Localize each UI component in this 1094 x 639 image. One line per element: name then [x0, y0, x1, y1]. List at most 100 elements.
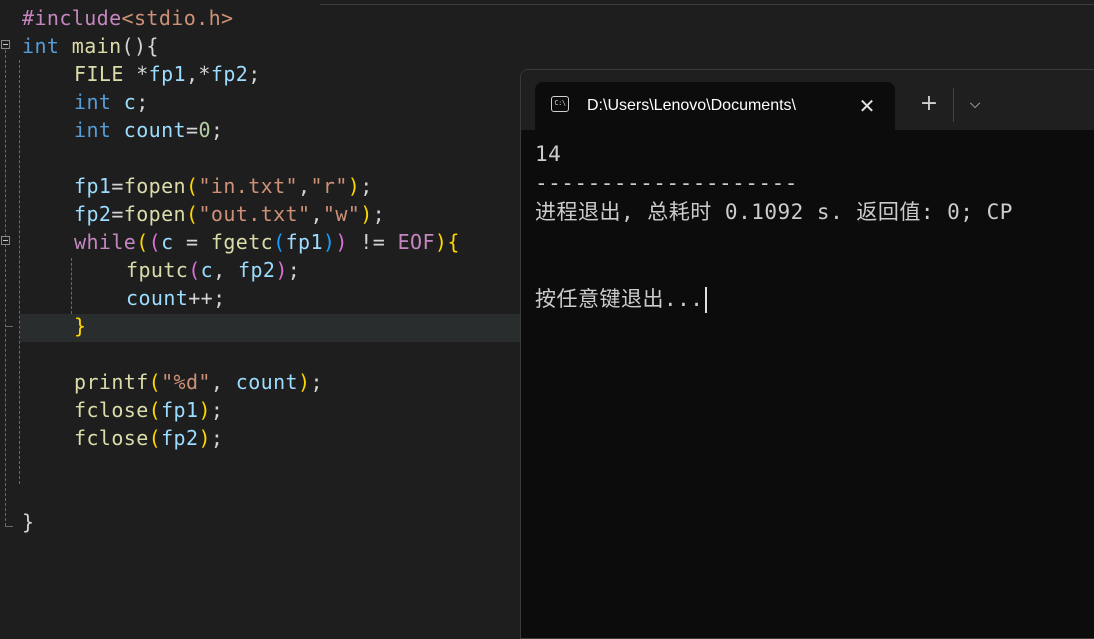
code-token: "in.txt"	[198, 174, 298, 198]
terminal-window[interactable]: C:\ D:\Users\Lenovo\Documents\ ✕ + ⌵ 14 …	[520, 69, 1094, 639]
code-token: fp2	[210, 62, 249, 86]
code-token: (	[186, 202, 199, 226]
code-token: EOF	[397, 230, 435, 254]
code-token: (	[148, 426, 162, 450]
close-icon[interactable]: ✕	[853, 92, 881, 120]
code-token: FILE	[74, 62, 124, 86]
code-token: ;	[210, 118, 224, 142]
code-token: (){	[121, 34, 159, 58]
code-token: fp1	[148, 62, 186, 86]
output-line: --------------------	[535, 171, 798, 195]
code-token: count	[235, 370, 298, 394]
chevron-down-icon[interactable]: ⌵	[959, 88, 991, 120]
fold-while-icon[interactable]	[1, 236, 10, 245]
output-line: 进程退出, 总耗时 0.1092 s. 返回值: 0; CP	[535, 200, 1013, 224]
code-token: fp1	[285, 230, 323, 254]
code-token: (	[148, 370, 162, 394]
code-token: fp1	[161, 398, 199, 422]
fold-guide-main	[5, 50, 6, 526]
code-token: ;	[360, 174, 373, 198]
code-line[interactable]: }	[22, 508, 34, 536]
code-line[interactable]: }	[22, 312, 86, 340]
code-line[interactable]: #include<stdio.h>	[22, 4, 234, 32]
code-token: int	[22, 34, 60, 58]
terminal-tab[interactable]: C:\ D:\Users\Lenovo\Documents\ ✕	[535, 82, 895, 130]
code-line[interactable]: count++;	[22, 284, 226, 312]
editor-divider	[320, 4, 1094, 5]
code-line[interactable]: while((c = fgetc(fp1)) != EOF){	[22, 228, 460, 256]
code-token: ++;	[188, 286, 226, 310]
code-token: ;	[136, 90, 149, 114]
code-line[interactable]: fp2=fopen("out.txt","w");	[22, 200, 385, 228]
code-token: ;	[372, 202, 386, 226]
tab-separator	[953, 88, 954, 122]
code-token: ,	[213, 258, 239, 282]
code-token: =	[111, 202, 124, 226]
code-token: (	[188, 258, 201, 282]
code-token: fgetc	[210, 230, 274, 254]
terminal-tab-bar: C:\ D:\Users\Lenovo\Documents\ ✕ + ⌵	[521, 70, 1094, 130]
console-icon: C:\	[551, 96, 569, 112]
code-token: fclose	[74, 426, 149, 450]
code-token: )	[360, 202, 373, 226]
code-token: ,*	[185, 62, 211, 86]
code-token: count	[126, 286, 189, 310]
code-line[interactable]: printf("%d", count);	[22, 368, 323, 396]
code-token: !=	[347, 230, 398, 254]
code-token: }	[22, 510, 35, 534]
code-token: main	[71, 34, 122, 58]
code-token: )	[198, 398, 211, 422]
code-token: fclose	[74, 398, 149, 422]
code-token: fputc	[126, 258, 189, 282]
code-token: count	[123, 118, 186, 142]
code-line[interactable]: fputc(c, fp2);	[22, 256, 300, 284]
code-token: ,	[297, 174, 311, 198]
output-line: 14	[535, 142, 562, 166]
code-token: *	[123, 62, 149, 86]
code-token: =	[111, 174, 124, 198]
code-line[interactable]: int main(){	[22, 32, 159, 60]
code-token: )	[198, 426, 211, 450]
code-token: (	[186, 174, 199, 198]
code-line[interactable]: int count=0;	[22, 116, 223, 144]
new-tab-button[interactable]: +	[913, 88, 945, 120]
code-token: fp1	[74, 174, 112, 198]
code-token: fp2	[238, 258, 276, 282]
code-token: )	[335, 230, 348, 254]
code-token: int	[74, 118, 112, 142]
code-token: "out.txt"	[198, 202, 311, 226]
code-line[interactable]: FILE *fp1,*fp2;	[22, 60, 261, 88]
code-line[interactable]: fclose(fp1);	[22, 396, 223, 424]
code-token: ;	[248, 62, 261, 86]
code-token: ;	[210, 398, 224, 422]
code-token: ;	[310, 370, 323, 394]
code-token: )	[297, 370, 311, 394]
code-token: )	[275, 258, 288, 282]
code-token: (	[136, 230, 149, 254]
indent-guide-1	[19, 60, 20, 484]
code-token: int	[74, 90, 112, 114]
code-line[interactable]: fclose(fp2);	[22, 424, 223, 452]
code-line[interactable]: int c;	[22, 88, 149, 116]
code-token: {	[447, 230, 460, 254]
code-token: ;	[210, 426, 224, 450]
code-token: c	[161, 230, 174, 254]
code-token: "r"	[310, 174, 348, 198]
code-token: #include	[22, 6, 122, 30]
code-token: (	[273, 230, 286, 254]
code-token: while	[74, 230, 137, 254]
code-token: (	[148, 230, 162, 254]
code-token: printf	[74, 370, 149, 394]
code-line[interactable]: fp1=fopen("in.txt","r");	[22, 172, 373, 200]
code-token: )	[434, 230, 448, 254]
text-cursor	[705, 287, 708, 313]
code-token: fp2	[74, 202, 112, 226]
code-token: 0	[198, 118, 211, 142]
code-token: =	[186, 118, 199, 142]
code-token: "%d"	[161, 370, 211, 394]
code-token: )	[322, 230, 336, 254]
fold-main-icon[interactable]	[1, 40, 10, 49]
